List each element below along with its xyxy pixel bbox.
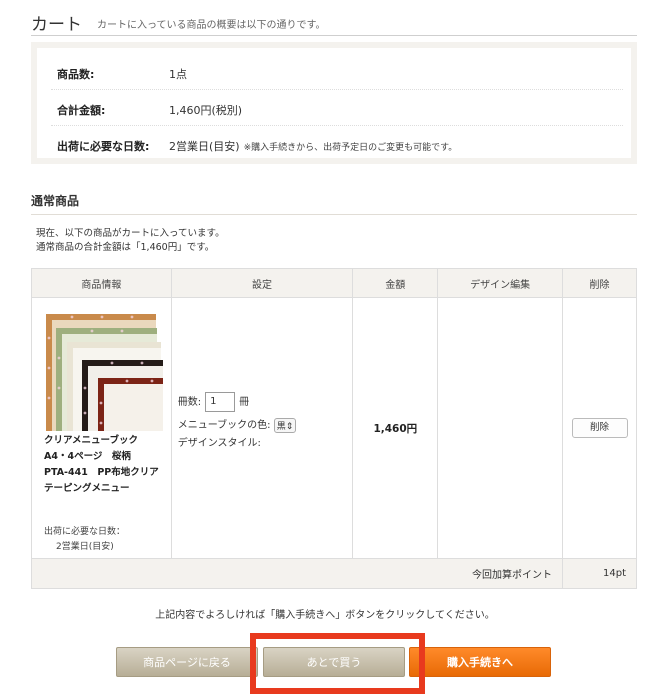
desc-line: 現在、以下の商品がカートに入っています。	[36, 228, 225, 239]
checkout-button[interactable]: 購入手続きへ	[409, 647, 551, 677]
points-label: 今回加算ポイント	[30, 558, 564, 589]
settings-cell: 冊数: 1 冊 メニューブックの色: 黒⇕ デザインスタイル:	[170, 297, 354, 559]
summary-label: 出荷に必要な日数:	[57, 140, 150, 153]
summary-total: 合計金額: 1,460円(税別)	[51, 90, 623, 126]
color-select-value: 黒	[276, 421, 286, 432]
page-subtitle: カートに入っている商品の概要は以下の通りです。	[97, 20, 326, 31]
page-header: カート カートに入っている商品の概要は以下の通りです。	[31, 8, 637, 36]
header-info: 商品情報	[31, 268, 172, 298]
design-style-label: デザインスタイル:	[177, 438, 261, 449]
delete-cell: 削除	[562, 297, 637, 559]
back-to-product-button[interactable]: 商品ページに戻る	[116, 647, 258, 677]
shipping-days-value: 2営業日(目安)	[56, 542, 114, 552]
section-title: 通常商品	[31, 194, 80, 208]
section-divider	[31, 214, 637, 215]
quantity-input[interactable]: 1	[205, 392, 236, 412]
header-delete: 削除	[562, 268, 637, 298]
product-info-cell: クリアメニューブック A4・4ページ 桜柄 PTA-441 PP布地クリアテーピ…	[31, 297, 172, 559]
design-edit-cell	[437, 297, 564, 559]
page-title: カート	[31, 15, 82, 35]
shipping-days-label: 出荷に必要な日数：	[44, 527, 126, 537]
summary-value: 1点	[169, 68, 187, 81]
desc-line: 通常商品の合計金額は「1,460円」です。	[36, 242, 215, 253]
cart-summary: 商品数: 1点 合計金額: 1,460円(税別) 出荷に必要な日数: 2営業日(…	[31, 42, 637, 164]
table-row: クリアメニューブック A4・4ページ 桜柄 PTA-441 PP布地クリアテーピ…	[31, 297, 637, 559]
cart-table: 商品情報 設定 金額 デザイン編集 削除 クリアメニューブック A4・4ページ …	[30, 268, 637, 589]
points-value: 14pt	[562, 558, 637, 589]
delete-button[interactable]: 削除	[571, 418, 628, 438]
color-label: メニューブックの色:	[177, 420, 271, 431]
section-description: 現在、以下の商品がカートに入っています。 通常商品の合計金額は「1,460円」で…	[36, 227, 225, 255]
table-header-row: 商品情報 設定 金額 デザイン編集 削除	[31, 268, 637, 298]
summary-label: 商品数:	[57, 68, 95, 81]
quantity-unit: 冊	[239, 397, 250, 408]
confirm-instructions: 上記内容でよろしければ「購入手続きへ」ボタンをクリックしてください。	[155, 610, 495, 621]
quantity-label: 冊数:	[177, 397, 202, 408]
quantity-line: 冊数: 1 冊	[178, 392, 249, 412]
highlight-box	[250, 633, 425, 694]
product-image[interactable]	[42, 308, 163, 431]
summary-label: 合計金額:	[57, 104, 106, 117]
summary-value: 2営業日(目安)	[169, 140, 240, 153]
header-settings: 設定	[170, 268, 354, 298]
color-line: メニューブックの色: 黒⇕	[178, 416, 297, 433]
summary-value: 1,460円(税別)	[169, 104, 243, 117]
color-select[interactable]: 黒⇕	[273, 417, 297, 433]
product-name[interactable]: クリアメニューブック A4・4ページ 桜柄 PTA-441 PP布地クリアテーピ…	[44, 433, 162, 497]
select-arrows-icon: ⇕	[285, 421, 294, 432]
points-row: 今回加算ポイント 14pt	[30, 558, 637, 589]
summary-shipping-days: 出荷に必要な日数: 2営業日(目安) ※購入手続きから、出荷予定日のご変更も可能で…	[51, 126, 623, 162]
summary-item-count: 商品数: 1点	[51, 54, 623, 90]
header-price: 金額	[352, 268, 439, 298]
header-design: デザイン編集	[437, 268, 564, 298]
summary-note: ※購入手続きから、出荷予定日のご変更も可能です。	[243, 143, 458, 153]
item-price: 1,460円	[352, 297, 439, 559]
